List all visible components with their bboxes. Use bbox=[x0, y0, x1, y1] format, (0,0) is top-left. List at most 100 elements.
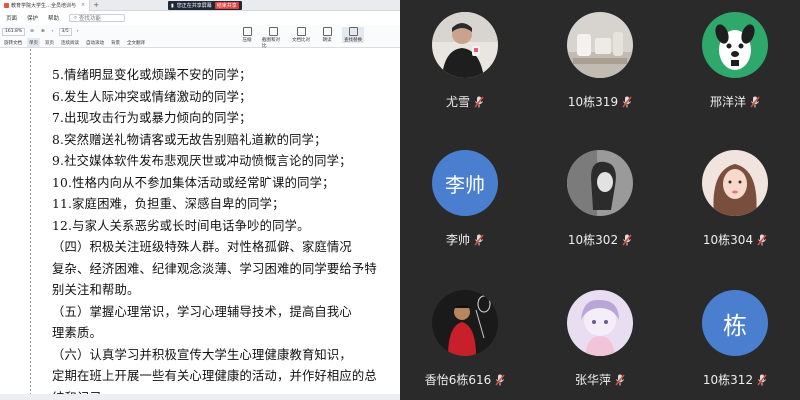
participant-name-row: 10栋319 bbox=[535, 93, 665, 110]
participant-name-row: 10栋302 bbox=[535, 231, 665, 248]
document-line: 理素质。 bbox=[52, 326, 102, 340]
page-number-field[interactable]: 3/5 bbox=[58, 27, 72, 36]
document-line: （四）积极关注班级特殊人群。对性格孤僻、家庭情况 bbox=[52, 240, 352, 254]
compress-button[interactable]: 压缩 bbox=[236, 27, 258, 43]
participant-name-row: 张华萍 bbox=[535, 371, 665, 388]
document-page: 5.情绪明显变化或烦躁不安的同学； 6.发生人际冲突或情绪激动的同学； 7.出现… bbox=[0, 49, 400, 400]
participant-name: 10栋302 bbox=[567, 233, 619, 247]
rotate-doc-button[interactable]: 旋转文档 bbox=[2, 38, 24, 47]
next-page-icon[interactable]: › bbox=[75, 27, 81, 36]
participant-name-row: 邢洋洋 bbox=[670, 93, 800, 110]
participant-name: 10栋319 bbox=[567, 95, 619, 109]
zoom-out-icon[interactable]: ⊖ bbox=[28, 27, 36, 36]
screenshot-compare-button[interactable]: 截图和对比 bbox=[262, 27, 284, 49]
participant-tile[interactable]: 邢洋洋 bbox=[670, 0, 800, 130]
mic-muted-icon bbox=[757, 234, 767, 245]
compress-icon bbox=[242, 27, 252, 36]
participant-name-row: 10栋312 bbox=[670, 371, 800, 388]
menu-item-help[interactable]: 帮助 bbox=[48, 14, 59, 22]
video-participants-panel: 尤雪 10栋319 邢洋洋 李帅 李帅 10栋302 10栋304 香怡6栋61… bbox=[400, 0, 800, 400]
new-tab-icon[interactable]: + bbox=[90, 1, 102, 9]
document-line: 7.出现攻击行为或暴力倾向的同学； bbox=[52, 111, 252, 125]
compress-label: 压缩 bbox=[242, 38, 252, 43]
avatar bbox=[567, 150, 633, 216]
continuous-read-button[interactable]: 连续阅读 bbox=[59, 38, 81, 47]
participant-name-row: 香怡6栋616 bbox=[400, 371, 530, 388]
document-line: 11.家庭困难，负担重、深感自卑的同学； bbox=[52, 197, 285, 211]
document-line: 12.与家人关系恶劣或长时间电话争吵的同学。 bbox=[52, 219, 310, 233]
participant-name: 李帅 bbox=[445, 233, 470, 247]
avatar bbox=[567, 290, 633, 356]
participant-name-row: 尤雪 bbox=[400, 93, 530, 110]
avatar bbox=[432, 290, 498, 356]
mic-muted-icon bbox=[622, 96, 632, 107]
mic-muted-icon bbox=[615, 374, 625, 385]
screen-share-label: 您正在共享屏幕 bbox=[176, 3, 212, 9]
document-line: 定期在班上开展一些有关心理健康的活动，并作好相应的总 bbox=[52, 369, 377, 383]
doc-compare-button[interactable]: 文档比对 bbox=[290, 27, 312, 43]
full-translate-button[interactable]: 全文翻译 bbox=[125, 38, 147, 47]
dashed-margin-line bbox=[30, 49, 31, 400]
menu-item-page[interactable]: 页面 bbox=[6, 14, 17, 22]
participant-photo bbox=[432, 12, 498, 78]
mic-muted-icon bbox=[495, 374, 505, 385]
participant-photo bbox=[567, 290, 633, 356]
cartoon-dog-icon bbox=[702, 12, 768, 78]
mic-muted-icon bbox=[750, 96, 760, 107]
participant-tile[interactable]: 李帅 李帅 bbox=[400, 138, 530, 268]
zoom-in-icon[interactable]: ⊕ bbox=[39, 27, 47, 36]
avatar-initials: 李帅 bbox=[432, 150, 498, 216]
participant-tile[interactable]: 10栋302 bbox=[535, 138, 665, 268]
document-line: 9.社交媒体软件发布悲观厌世或冲动愤慨言论的同学； bbox=[52, 154, 352, 168]
prev-page-icon[interactable]: ‹ bbox=[50, 27, 56, 36]
double-page-button[interactable]: 双页 bbox=[43, 38, 56, 47]
signal-icon: ▮ bbox=[171, 2, 174, 9]
avatar bbox=[702, 12, 768, 78]
zoom-level-field[interactable]: 161.8% bbox=[2, 27, 26, 36]
feature-search-input[interactable]: ⌕ 查找功能 bbox=[69, 14, 126, 22]
read-aloud-label: 朗读 bbox=[322, 38, 332, 43]
toolbar: 161.8% ⊖ ⊕ ‹ 3/5 › 旋转文档 单页 双页 连续阅读 自动滚动 … bbox=[0, 25, 400, 49]
compare-icon bbox=[296, 27, 306, 36]
participant-name: 10栋304 bbox=[702, 233, 754, 247]
menu-item-protect[interactable]: 保护 bbox=[27, 14, 38, 22]
find-replace-label: 查找替换 bbox=[344, 38, 362, 43]
menu-bar: 页面 保护 帮助 ⌕ 查找功能 bbox=[0, 12, 400, 24]
document-line: （五）掌握心理常识，学习心理辅导技术，提高自我心 bbox=[52, 305, 352, 319]
participant-tile[interactable]: 香怡6栋616 bbox=[400, 278, 530, 400]
close-tab-icon[interactable]: × bbox=[81, 2, 85, 8]
participant-photo bbox=[567, 12, 633, 78]
search-icon: ⌕ bbox=[74, 14, 78, 21]
avatar: 栋 bbox=[702, 290, 768, 356]
page-margin-guide bbox=[30, 49, 31, 400]
end-share-button[interactable]: 结束共享 bbox=[214, 2, 239, 9]
title-bar: 教育学院大学生…全员培训与 × + ▮ 您正在共享屏幕 结束共享 bbox=[0, 0, 400, 11]
participant-tile[interactable]: 10栋319 bbox=[535, 0, 665, 130]
auto-scroll-button[interactable]: 自动滚动 bbox=[84, 38, 106, 47]
avatar bbox=[432, 12, 498, 78]
mic-muted-icon bbox=[757, 374, 767, 385]
participant-photo bbox=[702, 150, 768, 216]
avatar bbox=[702, 150, 768, 216]
document-tab-label: 教育学院大学生…全员培训与 bbox=[11, 2, 77, 9]
document-tab[interactable]: 教育学院大学生…全员培训与 × bbox=[0, 0, 91, 11]
participant-tile[interactable]: 尤雪 bbox=[400, 0, 530, 130]
participant-tile[interactable]: 张华萍 bbox=[535, 278, 665, 400]
participant-name-row: 10栋304 bbox=[670, 231, 800, 248]
avatar-initials: 栋 bbox=[702, 290, 768, 356]
single-page-button[interactable]: 单页 bbox=[27, 38, 40, 47]
avatar bbox=[567, 12, 633, 78]
find-replace-button[interactable]: 查找替换 bbox=[342, 27, 364, 43]
participant-tile[interactable]: 10栋304 bbox=[670, 138, 800, 268]
screenshot-compare-label: 截图和对比 bbox=[262, 38, 280, 49]
participant-tile[interactable]: 栋 10栋312 bbox=[670, 278, 800, 400]
background-button[interactable]: 背景 bbox=[109, 38, 122, 47]
find-icon bbox=[348, 27, 358, 36]
mic-muted-icon bbox=[474, 96, 484, 107]
read-aloud-button[interactable]: 朗读 bbox=[316, 27, 338, 43]
feature-search-placeholder: 查找功能 bbox=[78, 16, 101, 22]
speaker-icon bbox=[322, 27, 332, 36]
participant-name: 尤雪 bbox=[445, 95, 470, 109]
participant-photo bbox=[432, 290, 498, 356]
participant-photo bbox=[567, 150, 633, 216]
